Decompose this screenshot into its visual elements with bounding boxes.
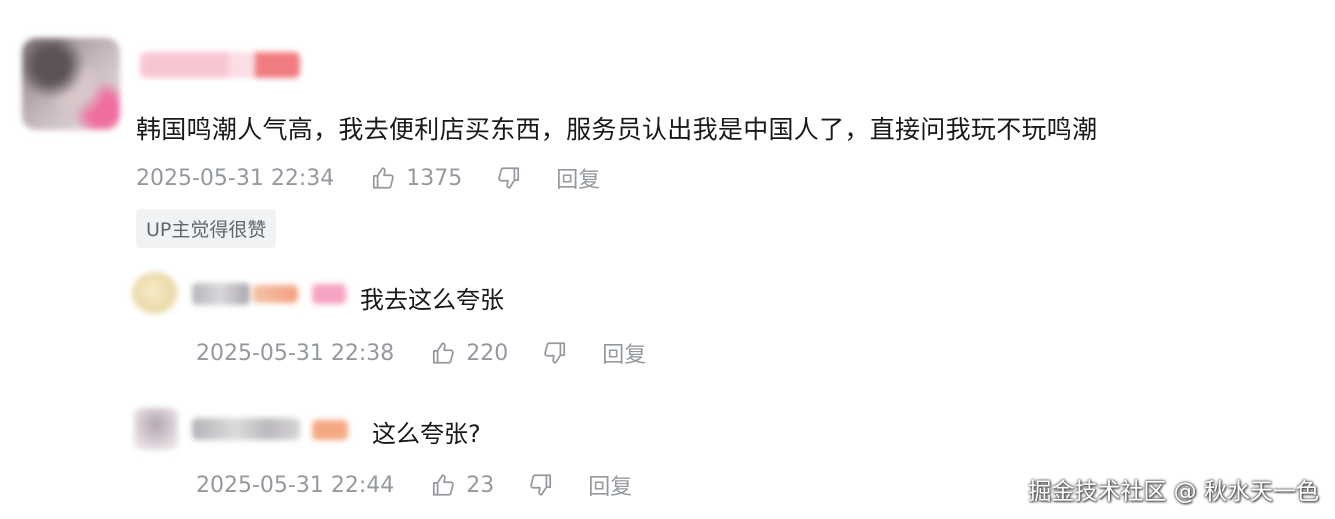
reply-2-meta: 2025-05-31 22:44 23 回复 <box>196 469 632 501</box>
main-comment-like-count: 1375 <box>406 165 463 191</box>
watermark: 掘金技术社区 @ 秋水天一色 <box>1028 479 1319 505</box>
reply-2-dislike-button[interactable] <box>528 472 554 498</box>
main-comment-like-button[interactable]: 1375 <box>370 165 462 191</box>
reply-1-avatar[interactable] <box>132 272 178 314</box>
reply-1-like-count: 220 <box>466 340 509 366</box>
reply-2-reply-button[interactable]: 回复 <box>588 469 632 501</box>
reply-1-like-button[interactable]: 220 <box>430 340 508 366</box>
reply-2-avatar[interactable] <box>134 408 178 450</box>
thumb-down-icon <box>544 342 566 364</box>
reply-1-username-blurred-part <box>252 285 298 303</box>
reply-2-content: 这么夸张? <box>372 420 481 448</box>
main-comment-avatar[interactable] <box>22 38 120 130</box>
thumb-up-icon <box>373 167 395 189</box>
reply-1-reply-button[interactable]: 回复 <box>602 337 646 369</box>
reply-2-username-blurred[interactable] <box>192 418 300 440</box>
thumb-up-icon <box>433 474 455 496</box>
main-comment-dislike-button[interactable] <box>496 165 522 191</box>
main-comment-time: 2025-05-31 22:34 <box>136 165 335 191</box>
main-comment-reply-button[interactable]: 回复 <box>556 162 600 194</box>
reply-2-like-count: 23 <box>466 472 495 498</box>
up-liked-badge: UP主觉得很赞 <box>136 209 277 248</box>
reply-1-time: 2025-05-31 22:38 <box>196 340 395 366</box>
thumb-down-icon <box>498 167 520 189</box>
reply-2-like-button[interactable]: 23 <box>430 472 494 498</box>
reply-1-level-badge-blurred <box>312 284 346 304</box>
reply-1-meta: 2025-05-31 22:38 220 回复 <box>196 337 646 369</box>
reply-1-dislike-button[interactable] <box>542 340 568 366</box>
thumb-down-icon <box>530 474 552 496</box>
reply-2-level-badge-blurred <box>312 420 348 440</box>
main-comment-username-blurred[interactable] <box>140 52 300 78</box>
main-comment-content: 韩国鸣潮人气高，我去便利店买东西，服务员认出我是中国人了，直接问我玩不玩鸣潮 <box>136 115 1098 144</box>
thumb-up-icon <box>433 342 455 364</box>
reply-1-username-blurred[interactable] <box>192 283 250 305</box>
main-comment-meta: 2025-05-31 22:34 1375 回复 <box>136 162 600 194</box>
reply-2-time: 2025-05-31 22:44 <box>196 472 395 498</box>
reply-1-content: 我去这么夸张 <box>360 286 504 314</box>
